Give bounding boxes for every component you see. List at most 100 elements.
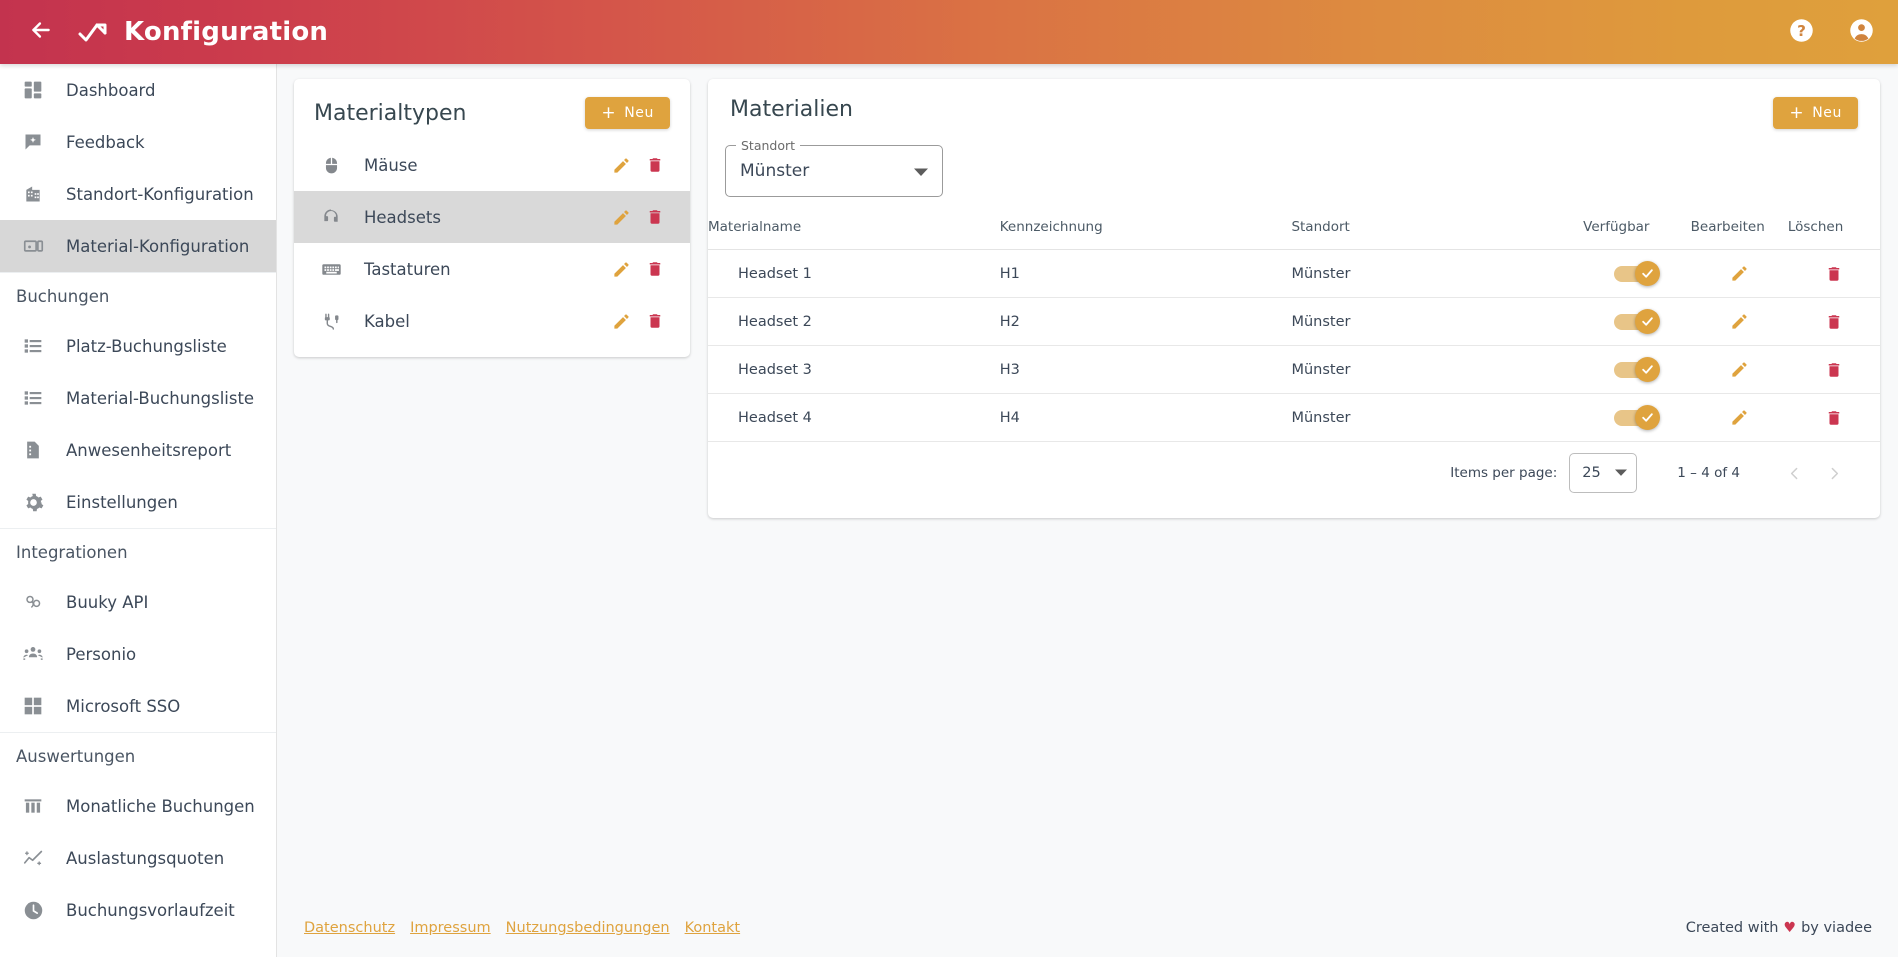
next-page-button[interactable] (1814, 453, 1854, 493)
new-material-type-button[interactable]: + Neu (585, 97, 670, 129)
app-logo-icon (76, 15, 110, 49)
sidebar-item-auslastungsquoten[interactable]: Auslastungsquoten (0, 832, 276, 884)
sidebar-item-label: Personio (66, 644, 137, 664)
sidebar-item-buuky-api[interactable]: Buuky API (0, 576, 276, 628)
material-type-name: Kabel (364, 311, 410, 331)
cell-loeschen (1787, 393, 1880, 442)
page-size-value: 25 (1582, 465, 1601, 481)
footer-link-nutzungsbedingungen[interactable]: Nutzungsbedingungen (506, 920, 670, 936)
column-header-standort: Standort (1291, 219, 1584, 250)
footer-link-kontakt[interactable]: Kontakt (685, 920, 741, 936)
keyboard-icon (316, 259, 346, 280)
material-types-card: Materialtypen + Neu Mäuse Headsets Tasta… (294, 79, 690, 357)
sidebar-item-anwesenheitsreport[interactable]: Anwesenheitsreport (0, 424, 276, 476)
sidebar-item-feedback[interactable]: Feedback (0, 116, 276, 168)
edit-material-type-button[interactable] (604, 304, 638, 338)
help-circle-icon: ? (1788, 17, 1815, 48)
list-item[interactable]: Kabel (294, 295, 690, 347)
sidebar-section-integrationen: Integrationen (0, 528, 276, 576)
availability-toggle[interactable] (1613, 404, 1660, 430)
dashboard-icon (18, 78, 48, 102)
location-select[interactable]: Standort Münster (725, 138, 943, 197)
delete-material-type-button[interactable] (638, 200, 672, 234)
delete-material-type-button[interactable] (638, 304, 672, 338)
check-icon (1642, 412, 1653, 422)
delete-material-button[interactable] (1818, 354, 1850, 386)
edit-material-button[interactable] (1723, 306, 1755, 338)
cell-standort: Münster (1291, 297, 1584, 346)
location-select-label: Standort (736, 138, 801, 153)
list-icon (18, 334, 48, 358)
cell-materialname: Headset 1 (708, 249, 1000, 298)
delete-material-button[interactable] (1818, 402, 1850, 434)
people-icon (18, 642, 48, 666)
edit-material-type-button[interactable] (604, 200, 638, 234)
location-select-field[interactable]: Standort Münster (725, 138, 943, 197)
sidebar-item-dashboard[interactable]: Dashboard (0, 64, 276, 116)
delete-material-type-button[interactable] (638, 148, 672, 182)
sidebar-item-personio[interactable]: Personio (0, 628, 276, 680)
edit-material-type-button[interactable] (604, 252, 638, 286)
cell-verfuegbar (1583, 297, 1691, 346)
materials-table: Materialname Kennzeichnung Standort Verf… (708, 219, 1880, 442)
availability-toggle[interactable] (1613, 260, 1660, 286)
microsoft-icon (18, 694, 48, 718)
sidebar-item-monatliche-buchungen[interactable]: Monatliche Buchungen (0, 780, 276, 832)
previous-page-button[interactable] (1774, 453, 1814, 493)
cell-bearbeiten (1690, 345, 1788, 394)
gear-icon (18, 490, 48, 514)
edit-material-button[interactable] (1723, 354, 1755, 386)
footer-link-impressum[interactable]: Impressum (410, 920, 491, 936)
delete-material-button[interactable] (1818, 306, 1850, 338)
sidebar-item-standort-konfiguration[interactable]: Standort-Konfiguration (0, 168, 276, 220)
list-item[interactable]: Tastaturen (294, 243, 690, 295)
sidebar-item-material-buchungsliste[interactable]: Material-Buchungsliste (0, 372, 276, 424)
cell-standort: Münster (1291, 345, 1584, 394)
cell-standort: Münster (1291, 393, 1584, 442)
delete-material-type-button[interactable] (638, 252, 672, 286)
back-button[interactable] (18, 9, 64, 55)
availability-toggle[interactable] (1613, 308, 1660, 334)
edit-material-button[interactable] (1723, 402, 1755, 434)
page-range-label: 1 – 4 of 4 (1677, 465, 1740, 481)
check-icon (1642, 316, 1653, 326)
heart-icon: ♥ (1783, 920, 1797, 936)
check-icon (1642, 364, 1653, 374)
table-row: Headset 3 H3 Münster (708, 345, 1880, 394)
material-type-name: Mäuse (364, 155, 418, 175)
account-button[interactable] (1838, 9, 1884, 55)
delete-material-button[interactable] (1818, 258, 1850, 290)
material-types-list: Mäuse Headsets Tastaturen Kabel (294, 139, 690, 357)
sidebar-item-label: Buuky API (66, 592, 149, 612)
list-item[interactable]: Mäuse (294, 139, 690, 191)
list-item[interactable]: Headsets (294, 191, 690, 243)
page-size-select[interactable]: 25 (1569, 453, 1638, 493)
edit-material-button[interactable] (1723, 258, 1755, 290)
cell-materialname: Headset 4 (708, 393, 1000, 442)
plus-icon: + (601, 102, 617, 123)
materials-title: Materialien (730, 97, 853, 122)
sidebar-item-einstellungen[interactable]: Einstellungen (0, 476, 276, 528)
sidebar-item-material-konfiguration[interactable]: Material-Konfiguration (0, 220, 276, 272)
bar-chart-icon (18, 794, 48, 818)
materials-table-head: Materialname Kennzeichnung Standort Verf… (708, 219, 1880, 250)
edit-material-type-button[interactable] (604, 148, 638, 182)
sidebar-item-label: Buchungsvorlaufzeit (66, 900, 235, 920)
main-content: Materialtypen + Neu Mäuse Headsets Tasta… (277, 64, 1898, 957)
sidebar-item-platz-buchungsliste[interactable]: Platz-Buchungsliste (0, 320, 276, 372)
chevron-down-icon (914, 162, 928, 181)
sidebar-item-microsoft-sso[interactable]: Microsoft SSO (0, 680, 276, 732)
footer-link-datenschutz[interactable]: Datenschutz (304, 920, 395, 936)
column-header-verfuegbar: Verfügbar (1583, 219, 1691, 250)
cell-standort: Münster (1291, 249, 1584, 298)
sidebar-item-buchungsvorlaufzeit[interactable]: Buchungsvorlaufzeit (0, 884, 276, 936)
table-row: Headset 1 H1 Münster (708, 249, 1880, 298)
sidebar-item-label: Dashboard (66, 80, 156, 100)
availability-toggle[interactable] (1613, 356, 1660, 382)
table-row: Headset 4 H4 Münster (708, 393, 1880, 442)
new-material-button[interactable]: + Neu (1773, 97, 1858, 129)
sidebar-item-label: Auslastungsquoten (66, 848, 225, 868)
help-button[interactable]: ? (1778, 9, 1824, 55)
trend-icon (18, 846, 48, 870)
feedback-icon (18, 130, 48, 154)
